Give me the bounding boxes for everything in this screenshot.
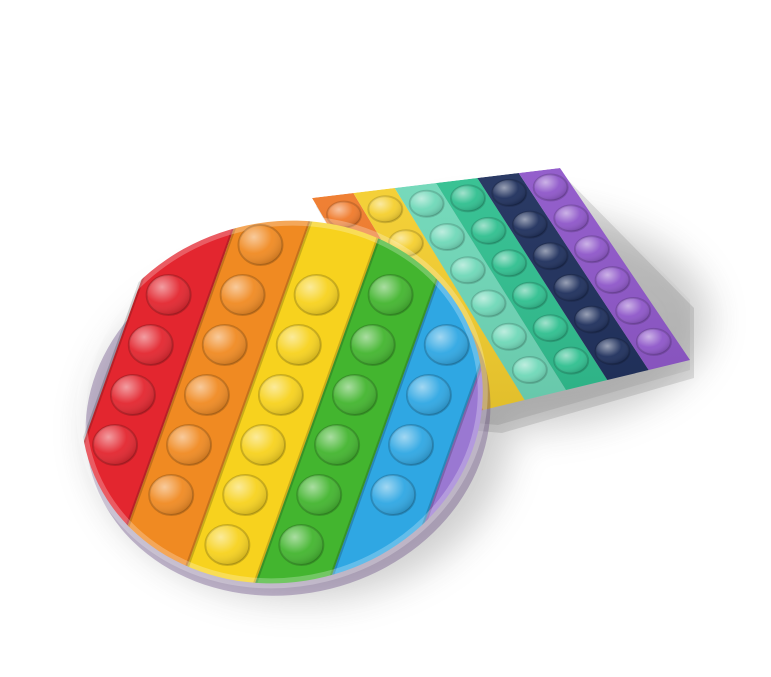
square-toy-bubble [491, 249, 528, 278]
round-toy-bubble [92, 424, 139, 466]
round-toy-bubble [296, 474, 343, 516]
round-toy-bubble [237, 224, 284, 266]
round-toy-bubble [204, 524, 251, 566]
round-toy-bubble [127, 324, 174, 366]
round-toy-bubble [370, 474, 417, 516]
round-toy-bubble [367, 274, 414, 316]
round-toy-bubble [388, 424, 435, 466]
square-toy-bubble [491, 322, 528, 351]
square-toy-bubble [408, 189, 445, 218]
round-toy-bubble [148, 474, 195, 516]
square-toy-bubble [573, 235, 610, 264]
round-toy-bubble [405, 374, 452, 416]
square-toy-bubble [470, 289, 507, 318]
square-toy-bubble [635, 327, 672, 356]
square-toy-bubble [532, 242, 569, 271]
square-toy-bubble [449, 256, 486, 285]
round-toy-bubble [201, 324, 248, 366]
square-toy-bubble [470, 216, 507, 245]
round-toy-bubble [257, 374, 304, 416]
round-toy-bubble [331, 374, 378, 416]
round-toy-bubble [278, 524, 325, 566]
photo-scene [42, 168, 710, 621]
round-toy-bubble [219, 274, 266, 316]
square-toy-bubble [573, 305, 610, 334]
round-toy-bubble [423, 324, 470, 366]
round-toy-bubble [145, 274, 192, 316]
square-toy-bubble [511, 356, 548, 385]
square-toy-bubble [491, 178, 528, 207]
square-toy-bubble [532, 173, 569, 202]
square-toy-bubble [553, 204, 590, 233]
square-toy-bubble [594, 266, 631, 295]
square-toy-bubble [429, 223, 466, 252]
round-toy-bubble [166, 424, 213, 466]
round-toy-bubble [183, 374, 230, 416]
round-toy-bubble [275, 324, 322, 366]
square-toy-bubble [511, 210, 548, 239]
square-toy-bubble [594, 337, 631, 366]
square-toy-bubble [553, 273, 590, 302]
square-toy-bubble [367, 195, 404, 224]
round-toy-bubble [293, 274, 340, 316]
square-toy-bubble [511, 281, 548, 310]
square-toy-bubble [553, 346, 590, 375]
round-toy-bubble [222, 474, 269, 516]
round-toy-bubble [109, 374, 156, 416]
square-toy-bubble [450, 184, 487, 213]
round-toy-bubble [314, 424, 361, 466]
round-toy-bubble [349, 324, 396, 366]
round-toy-bubble [240, 424, 287, 466]
square-toy-bubble [615, 296, 652, 325]
square-toy-bubble [532, 314, 569, 343]
